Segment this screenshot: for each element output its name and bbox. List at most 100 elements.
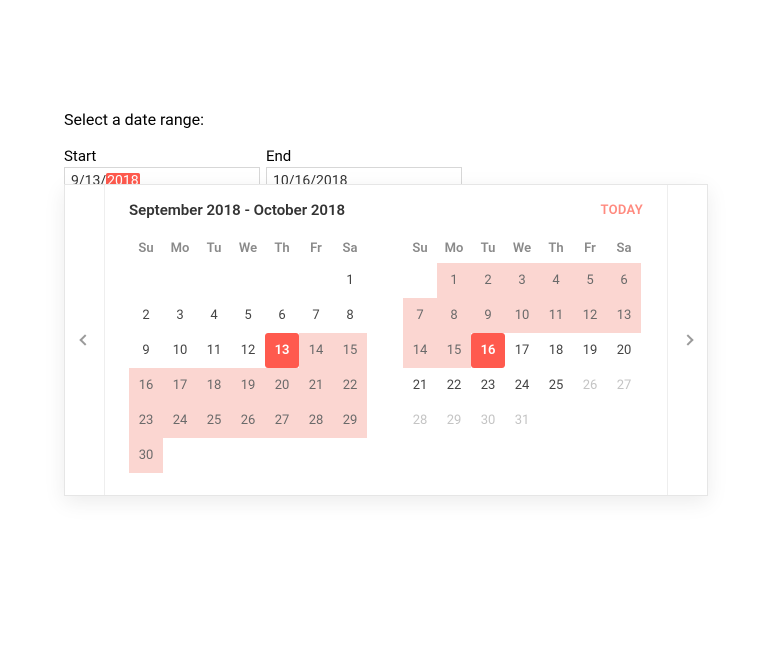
chevron-right-icon <box>682 334 693 345</box>
calendar-day[interactable]: 25 <box>197 403 231 438</box>
calendar-day-empty <box>333 438 367 473</box>
calendar-day[interactable]: 22 <box>437 368 471 403</box>
calendar-day[interactable]: 5 <box>231 298 265 333</box>
calendar-day-empty <box>197 438 231 473</box>
weekday-header: We <box>231 233 265 263</box>
calendar-day[interactable]: 11 <box>539 298 573 333</box>
calendar-day[interactable]: 8 <box>437 298 471 333</box>
calendar-day: 29 <box>437 403 471 438</box>
calendar-day[interactable]: 2 <box>129 298 163 333</box>
calendar-day[interactable]: 7 <box>299 298 333 333</box>
calendar-day-empty <box>163 263 197 298</box>
calendar-day[interactable]: 30 <box>129 438 163 473</box>
calendar-day-empty <box>539 403 573 438</box>
calendar-day[interactable]: 24 <box>505 368 539 403</box>
calendar-day[interactable]: 1 <box>333 263 367 298</box>
calendar-day[interactable]: 10 <box>163 333 197 368</box>
calendar-day[interactable]: 18 <box>539 333 573 368</box>
calendar-day[interactable]: 15 <box>437 333 471 368</box>
calendar-day[interactable]: 7 <box>403 298 437 333</box>
calendar-day-empty <box>403 263 437 298</box>
calendar-day-empty <box>299 438 333 473</box>
calendar-day: 30 <box>471 403 505 438</box>
calendar-day-empty <box>231 438 265 473</box>
calendar-day[interactable]: 20 <box>607 333 641 368</box>
today-button[interactable]: TODAY <box>601 203 644 218</box>
calendar-day[interactable]: 24 <box>163 403 197 438</box>
calendar-day[interactable]: 29 <box>333 403 367 438</box>
calendar-day[interactable]: 18 <box>197 368 231 403</box>
calendar-day[interactable]: 17 <box>163 368 197 403</box>
weekday-header: Tu <box>471 233 505 263</box>
weekday-header: Fr <box>573 233 607 263</box>
calendar-day[interactable]: 19 <box>573 333 607 368</box>
calendar-day[interactable]: 10 <box>505 298 539 333</box>
calendar-day-empty <box>299 263 333 298</box>
start-label: Start <box>64 147 260 165</box>
calendar-day[interactable]: 14 <box>299 333 333 368</box>
next-month-button[interactable] <box>667 185 707 495</box>
calendar-day[interactable]: 20 <box>265 368 299 403</box>
chevron-left-icon <box>79 334 90 345</box>
weekday-header: Mo <box>437 233 471 263</box>
calendar-day[interactable]: 26 <box>231 403 265 438</box>
calendar-day-empty <box>265 263 299 298</box>
weekday-header: Su <box>403 233 437 263</box>
calendar-day[interactable]: 13 <box>607 298 641 333</box>
calendar-day[interactable]: 12 <box>231 333 265 368</box>
calendar-day[interactable]: 2 <box>471 263 505 298</box>
prompt-label: Select a date range: <box>64 110 708 129</box>
calendar-day[interactable]: 21 <box>403 368 437 403</box>
calendar-day[interactable]: 5 <box>573 263 607 298</box>
calendar-day[interactable]: 16 <box>129 368 163 403</box>
calendar-day[interactable]: 4 <box>539 263 573 298</box>
calendar-day[interactable]: 17 <box>505 333 539 368</box>
prev-month-button[interactable] <box>65 185 105 495</box>
weekday-header: Sa <box>607 233 641 263</box>
calendar-day[interactable]: 9 <box>471 298 505 333</box>
calendar-day[interactable]: 4 <box>197 298 231 333</box>
calendar-day: 27 <box>607 368 641 403</box>
calendar-day[interactable]: 9 <box>129 333 163 368</box>
calendar-day-empty <box>607 403 641 438</box>
calendar-day[interactable]: 16 <box>471 333 505 368</box>
calendar-day[interactable]: 8 <box>333 298 367 333</box>
calendar-day[interactable]: 21 <box>299 368 333 403</box>
weekday-header: Sa <box>333 233 367 263</box>
weekday-header: Su <box>129 233 163 263</box>
calendar-day[interactable]: 6 <box>265 298 299 333</box>
calendar-day[interactable]: 12 <box>573 298 607 333</box>
calendar-day[interactable]: 6 <box>607 263 641 298</box>
calendar-popup: September 2018 - October 2018 TODAY SuMo… <box>64 184 708 496</box>
calendar-day[interactable]: 25 <box>539 368 573 403</box>
calendar-day[interactable]: 19 <box>231 368 265 403</box>
calendar-day[interactable]: 23 <box>471 368 505 403</box>
calendar-day[interactable]: 22 <box>333 368 367 403</box>
calendar-day-empty <box>231 263 265 298</box>
weekday-header: Th <box>539 233 573 263</box>
calendar-day[interactable]: 13 <box>265 333 299 368</box>
calendar-range-title: September 2018 - October 2018 <box>129 201 345 219</box>
weekday-header: Tu <box>197 233 231 263</box>
calendar-day[interactable]: 27 <box>265 403 299 438</box>
calendar-day: 31 <box>505 403 539 438</box>
calendar-day[interactable]: 14 <box>403 333 437 368</box>
month-grid: SuMoTuWeThFrSa12345678910111213141516171… <box>403 233 641 473</box>
calendar-day[interactable]: 3 <box>505 263 539 298</box>
calendar-day[interactable]: 28 <box>299 403 333 438</box>
calendar-day-empty <box>197 263 231 298</box>
weekday-header: We <box>505 233 539 263</box>
end-label: End <box>266 147 462 165</box>
calendar-day-empty <box>163 438 197 473</box>
calendar-day-empty <box>573 403 607 438</box>
weekday-header: Th <box>265 233 299 263</box>
calendar-day[interactable]: 11 <box>197 333 231 368</box>
weekday-header: Mo <box>163 233 197 263</box>
month-grid: SuMoTuWeThFrSa12345678910111213141516171… <box>129 233 367 473</box>
calendar-day[interactable]: 15 <box>333 333 367 368</box>
calendar-day[interactable]: 23 <box>129 403 163 438</box>
calendar-day-empty <box>265 438 299 473</box>
weekday-header: Fr <box>299 233 333 263</box>
calendar-day[interactable]: 3 <box>163 298 197 333</box>
calendar-day[interactable]: 1 <box>437 263 471 298</box>
